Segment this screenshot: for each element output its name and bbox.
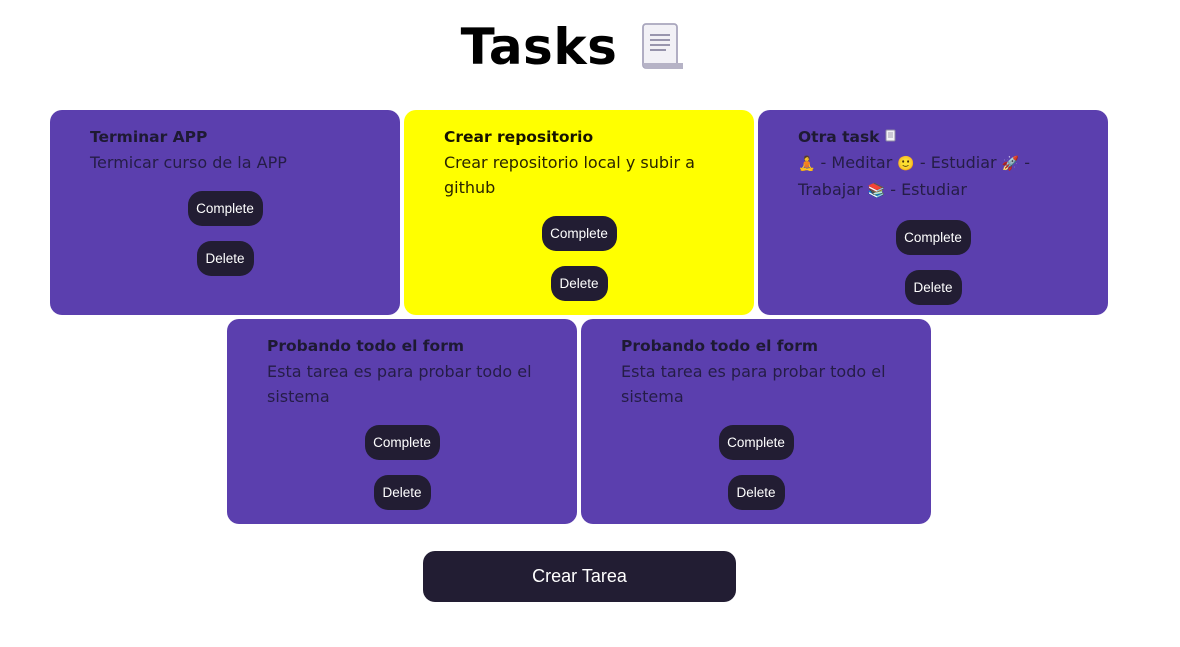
create-task-button[interactable]: Crear Tarea <box>423 551 736 602</box>
task-description-text: Trabajar <box>798 180 868 199</box>
delete-button[interactable]: Delete <box>196 241 254 276</box>
task-description-text: - Meditar <box>815 153 898 172</box>
task-card: Terminar APP Termicar curso de la APP Co… <box>50 110 400 315</box>
books-icon: 📚 <box>867 183 886 199</box>
page-title: Tasks <box>460 18 618 76</box>
task-description: Crear repositorio local y subir a github <box>444 153 695 197</box>
meditation-icon: 🧘 <box>798 156 816 172</box>
task-title: Otra task <box>798 127 1068 147</box>
task-card: Probando todo el form Esta tarea es para… <box>581 319 931 524</box>
rocket-icon: 🚀 <box>1001 156 1020 172</box>
complete-button[interactable]: Complete <box>187 191 263 226</box>
task-actions: Complete Delete <box>267 425 537 510</box>
task-description: Termicar curso de la APP <box>90 153 287 172</box>
task-title: Probando todo el form <box>621 337 818 355</box>
complete-button[interactable]: Complete <box>364 425 440 460</box>
thinking-face-icon: 🙂 <box>897 156 915 172</box>
delete-button[interactable]: Delete <box>727 475 785 510</box>
task-card: Otra task 🧘 - Meditar 🙂 - Estudiar 🚀 - T… <box>758 110 1108 315</box>
complete-button[interactable]: Complete <box>541 216 617 251</box>
document-icon <box>639 21 685 73</box>
task-actions: Complete Delete <box>798 220 1068 305</box>
complete-button[interactable]: Complete <box>895 220 971 255</box>
delete-button[interactable]: Delete <box>904 270 962 305</box>
task-actions: Complete Delete <box>90 191 360 276</box>
delete-button[interactable]: Delete <box>550 266 608 301</box>
task-card-completed: Crear repositorio Crear repositorio loca… <box>404 110 754 315</box>
task-title: Crear repositorio <box>444 128 594 146</box>
task-card: Probando todo el form Esta tarea es para… <box>227 319 577 524</box>
tasks-page: Tasks Terminar APP Termicar curso de la … <box>0 0 1180 647</box>
task-description-text: - Estudiar <box>914 153 1002 172</box>
header: Tasks <box>0 14 1146 80</box>
task-title: Probando todo el form <box>267 337 464 355</box>
task-title: Terminar APP <box>90 128 208 146</box>
task-actions: Complete Delete <box>444 216 714 301</box>
complete-button[interactable]: Complete <box>718 425 794 460</box>
task-title-text: Otra task <box>798 128 880 146</box>
task-description: 🧘 - Meditar 🙂 - Estudiar 🚀 - Trabajar 📚 … <box>798 150 1068 204</box>
task-description-text: - <box>1019 153 1030 172</box>
task-description: Esta tarea es para probar todo el sistem… <box>267 362 532 406</box>
task-description-text: - Estudiar <box>885 180 967 199</box>
document-icon <box>885 128 897 142</box>
task-description: Esta tarea es para probar todo el sistem… <box>621 362 886 406</box>
task-actions: Complete Delete <box>621 425 891 510</box>
delete-button[interactable]: Delete <box>373 475 431 510</box>
